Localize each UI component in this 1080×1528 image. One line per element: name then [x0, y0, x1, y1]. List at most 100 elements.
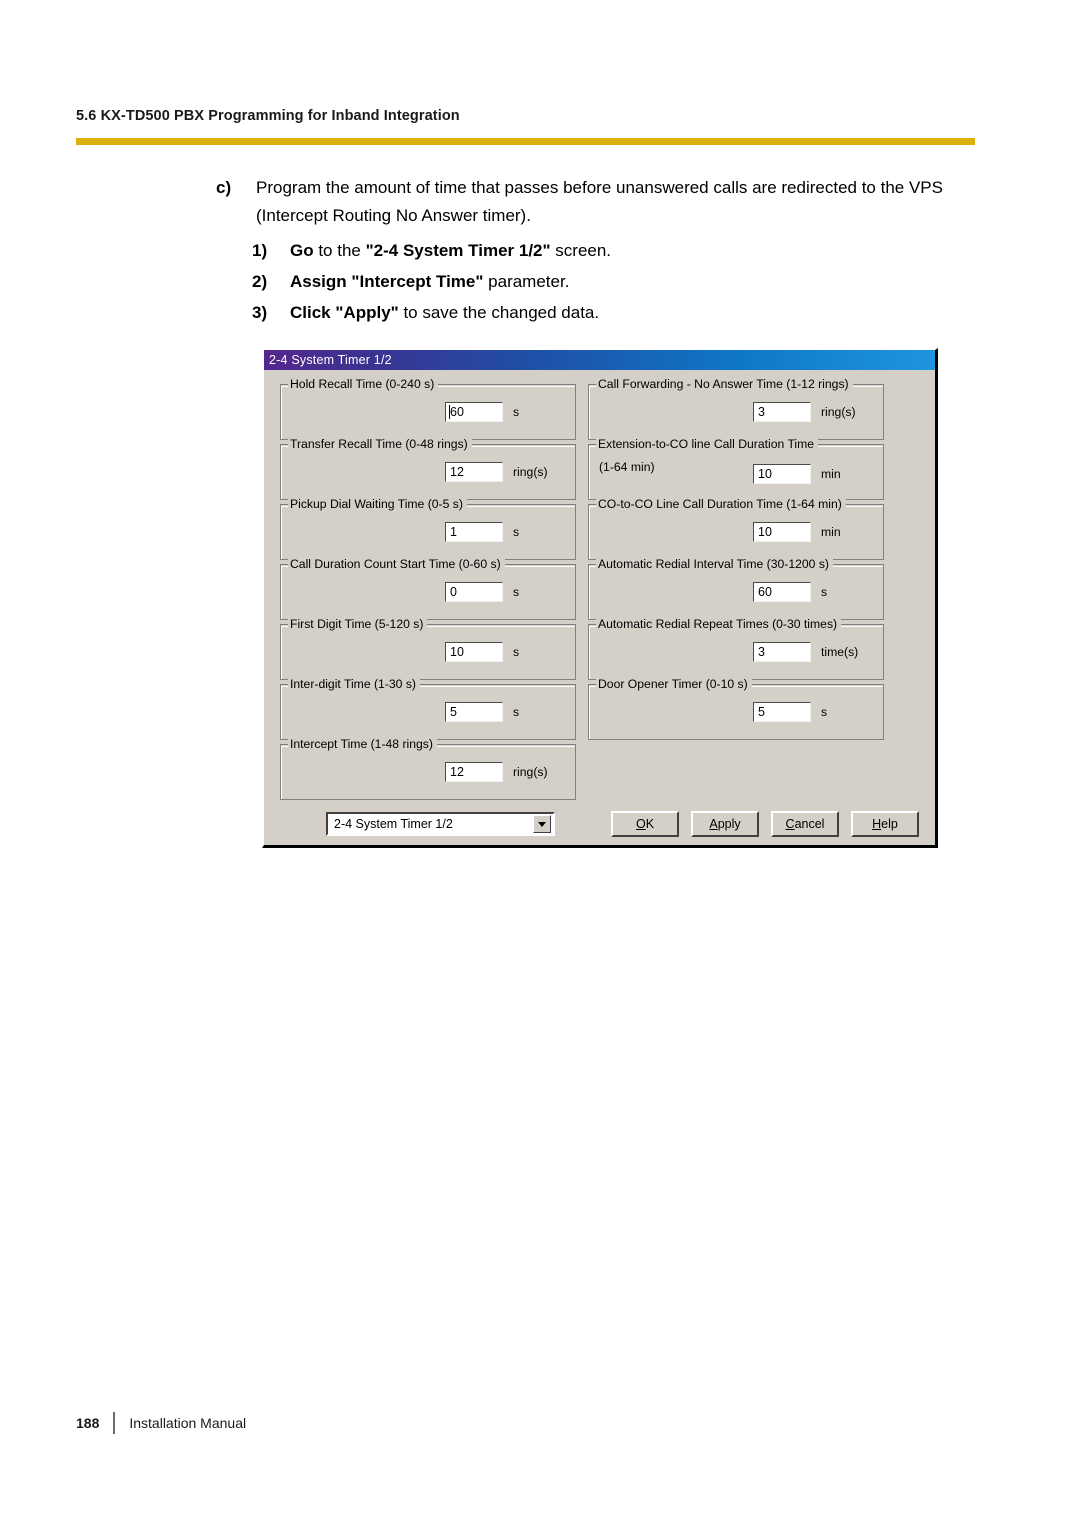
unit-label: ring(s): [513, 765, 548, 779]
group-call-forwarding-no-answer-time: Call Forwarding - No Answer Time (1-12 r…: [588, 377, 884, 440]
door-opener-timer-input[interactable]: 5: [753, 702, 811, 722]
group-label: Automatic Redial Interval Time (30-1200 …: [596, 557, 833, 571]
left-column: Hold Recall Time (0-240 s) 60 s Transfer…: [280, 377, 576, 804]
automatic-redial-repeat-times-input[interactable]: 3: [753, 642, 811, 662]
field-row: 5 s: [597, 695, 875, 729]
dialog-button-group: OK Apply Cancel Help: [611, 811, 919, 837]
group-extension-to-co-line-call-duration-time: Extension-to-CO line Call Duration Time …: [588, 437, 884, 500]
section-title: 5.6 KX-TD500 PBX Programming for Inband …: [76, 108, 460, 124]
group-co-to-co-line-call-duration-time: CO-to-CO Line Call Duration Time (1-64 m…: [588, 497, 884, 560]
pickup-dial-waiting-time-input[interactable]: 1: [445, 522, 503, 542]
unit-label: s: [821, 705, 828, 719]
group-call-duration-count-start-time: Call Duration Count Start Time (0-60 s) …: [280, 557, 576, 620]
instruction-marker: c): [216, 178, 232, 197]
instruction-block: c) Program the amount of time that passe…: [216, 174, 996, 329]
group-label: Transfer Recall Time (0-48 rings): [288, 437, 472, 451]
cancel-button[interactable]: Cancel: [771, 811, 839, 837]
field-row: 10 min: [597, 515, 875, 549]
group-label: Pickup Dial Waiting Time (0-5 s): [288, 497, 467, 511]
co-to-co-line-call-duration-time-input[interactable]: 10: [753, 522, 811, 542]
screen-select-combo[interactable]: 2-4 System Timer 1/2: [326, 812, 555, 836]
step-text: Assign "Intercept Time" parameter.: [290, 267, 569, 296]
page-footer: 188 Installation Manual: [76, 1412, 246, 1434]
inter-digit-time-input[interactable]: 5: [445, 702, 503, 722]
group-door-opener-timer: Door Opener Timer (0-10 s) 5 s: [588, 677, 884, 740]
field-row: 10 s: [289, 635, 567, 669]
instruction-step: 3) Click "Apply" to save the changed dat…: [252, 298, 996, 327]
first-digit-time-input[interactable]: 10: [445, 642, 503, 662]
group-label: Door Opener Timer (0-10 s): [596, 677, 752, 691]
unit-label: s: [821, 585, 828, 599]
step-marker: 1): [252, 241, 268, 260]
apply-button[interactable]: Apply: [691, 811, 759, 837]
step-tail: to save the changed data.: [398, 303, 600, 322]
extension-to-co-line-call-duration-time-input[interactable]: 10: [753, 464, 811, 484]
group-label: Call Forwarding - No Answer Time (1-12 r…: [596, 377, 853, 391]
field-row: 1 s: [289, 515, 567, 549]
step-marker: 3): [252, 303, 268, 322]
field-row: 0 s: [289, 575, 567, 609]
step-bold-target: "Intercept Time": [351, 272, 484, 291]
field-columns: Hold Recall Time (0-240 s) 60 s Transfer…: [280, 377, 919, 804]
group-label: Call Duration Count Start Time (0-60 s): [288, 557, 505, 571]
page-number: 188: [76, 1415, 100, 1431]
group-label: Extension-to-CO line Call Duration Time: [596, 437, 819, 451]
field-row: 60 s: [289, 395, 567, 429]
unit-label: ring(s): [821, 405, 856, 419]
dialog-titlebar: 2-4 System Timer 1/2: [264, 350, 935, 370]
apply-rest: pply: [717, 817, 741, 831]
call-duration-count-start-time-input[interactable]: 0: [445, 582, 503, 602]
screen-select-value: 2-4 System Timer 1/2: [334, 817, 453, 831]
step-bold-lead: Go: [290, 241, 314, 260]
group-label: Automatic Redial Repeat Times (0-30 time…: [596, 617, 842, 631]
instruction-item-c: c) Program the amount of time that passe…: [216, 174, 996, 230]
unit-label: min: [821, 467, 841, 481]
transfer-recall-time-input[interactable]: 12: [445, 462, 503, 482]
instruction-step: 2) Assign "Intercept Time" parameter.: [252, 267, 996, 296]
step-bold-lead: Assign: [290, 272, 347, 291]
dialog-body: Hold Recall Time (0-240 s) 60 s Transfer…: [264, 370, 935, 845]
system-timer-dialog: 2-4 System Timer 1/2 Hold Recall Time (0…: [262, 348, 938, 848]
group-label: First Digit Time (5-120 s): [288, 617, 428, 631]
unit-label: s: [513, 585, 520, 599]
intercept-time-input[interactable]: 12: [445, 762, 503, 782]
help-button[interactable]: Help: [851, 811, 919, 837]
group-label: Intercept Time (1-48 rings): [288, 737, 437, 751]
field-row: 3 ring(s): [597, 395, 875, 429]
step-marker: 2): [252, 272, 268, 291]
unit-label: s: [513, 705, 520, 719]
step-text: Go to the "2-4 System Timer 1/2" screen.: [290, 236, 611, 265]
unit-label: s: [513, 525, 520, 539]
group-first-digit-time: First Digit Time (5-120 s) 10 s: [280, 617, 576, 680]
ok-rest: K: [645, 817, 655, 831]
group-pickup-dial-waiting-time: Pickup Dial Waiting Time (0-5 s) 1 s: [280, 497, 576, 560]
unit-label: min: [821, 525, 841, 539]
unit-label: s: [513, 405, 520, 419]
step-text: Click "Apply" to save the changed data.: [290, 298, 599, 327]
chevron-down-icon[interactable]: [533, 815, 551, 833]
ok-button[interactable]: OK: [611, 811, 679, 837]
group-label-line2: (1-64 min): [599, 460, 655, 474]
help-accel: H: [872, 817, 882, 831]
call-forwarding-no-answer-time-input[interactable]: 3: [753, 402, 811, 422]
group-automatic-redial-interval-time: Automatic Redial Interval Time (30-1200 …: [588, 557, 884, 620]
field-row: 12 ring(s): [289, 755, 567, 789]
dialog-title: 2-4 System Timer 1/2: [269, 353, 392, 367]
group-inter-digit-time: Inter-digit Time (1-30 s) 5 s: [280, 677, 576, 740]
field-row: 3 time(s): [597, 635, 875, 669]
field-row: 60 s: [597, 575, 875, 609]
instruction-step: 1) Go to the "2-4 System Timer 1/2" scre…: [252, 236, 996, 265]
unit-label: time(s): [821, 645, 859, 659]
unit-label: s: [513, 645, 520, 659]
field-row: 12 ring(s): [289, 455, 567, 489]
manual-title: Installation Manual: [129, 1415, 247, 1431]
footer-divider: [113, 1412, 116, 1434]
step-tail: screen.: [550, 241, 612, 260]
group-intercept-time: Intercept Time (1-48 rings) 12 ring(s): [280, 737, 576, 800]
right-column: Call Forwarding - No Answer Time (1-12 r…: [588, 377, 884, 804]
group-automatic-redial-repeat-times: Automatic Redial Repeat Times (0-30 time…: [588, 617, 884, 680]
hold-recall-time-input[interactable]: 60: [445, 402, 503, 422]
automatic-redial-interval-time-input[interactable]: 60: [753, 582, 811, 602]
apply-accel: A: [709, 817, 718, 831]
instruction-steps: 1) Go to the "2-4 System Timer 1/2" scre…: [252, 236, 996, 327]
